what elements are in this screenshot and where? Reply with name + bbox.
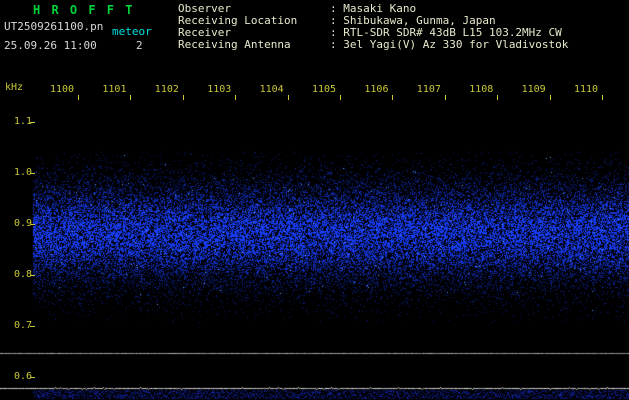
x-tick-label: 1107 — [416, 84, 441, 95]
x-tick-mark — [602, 95, 603, 100]
y-tick-mark — [30, 326, 35, 327]
x-tick-mark — [182, 95, 184, 100]
x-tick-label: 1108 — [469, 84, 494, 95]
hrofft-output-image: H R O F F T UT2509261100.pn meteor 25.09… — [0, 0, 629, 400]
x-tick-mark — [392, 95, 394, 100]
x-tick-mark — [444, 95, 446, 100]
x-tick-mark — [340, 95, 341, 100]
x-tick-mark — [130, 95, 132, 100]
x-tick-mark — [235, 95, 237, 100]
x-tick-label: 1103 — [207, 84, 232, 95]
x-tick-label: 1109 — [521, 84, 546, 95]
info-colon: : — [330, 38, 344, 51]
y-tick-mark — [30, 377, 35, 378]
y-tick-mark — [30, 173, 35, 174]
y-axis-unit-label: kHz — [5, 82, 24, 93]
x-tick-label: 1100 — [50, 84, 75, 95]
x-tick-mark — [497, 95, 499, 100]
x-tick-mark — [287, 95, 289, 100]
x-tick-label: 1101 — [102, 84, 127, 95]
x-tick-mark — [78, 95, 79, 100]
y-tick-mark — [30, 275, 35, 276]
y-tick-mark — [30, 122, 35, 123]
info-row: Receiving Antenna: 3el Yagi(V) Az 330 fo… — [178, 39, 568, 51]
x-tick-label: 1106 — [364, 84, 389, 95]
x-tick-label: 1104 — [259, 84, 284, 95]
x-tick-mark — [549, 95, 551, 100]
filename: UT2509261100.pn — [4, 20, 104, 33]
info-label: Receiving Antenna — [178, 38, 291, 51]
app-title: H R O F F T — [33, 3, 135, 17]
x-tick-label: 1105 — [312, 84, 337, 95]
x-tick-label: 1102 — [154, 84, 179, 95]
info-value: 3el Yagi(V) Az 330 for Vladivostok — [343, 38, 569, 51]
echo-count: 2 — [136, 39, 143, 52]
datetime: 25.09.26 11:00 — [4, 39, 97, 52]
station-name: meteor — [112, 25, 152, 38]
header: H R O F F T UT2509261100.pn meteor 25.09… — [0, 0, 629, 78]
x-tick-label: 1110 — [574, 84, 599, 95]
y-tick-mark — [30, 224, 35, 225]
